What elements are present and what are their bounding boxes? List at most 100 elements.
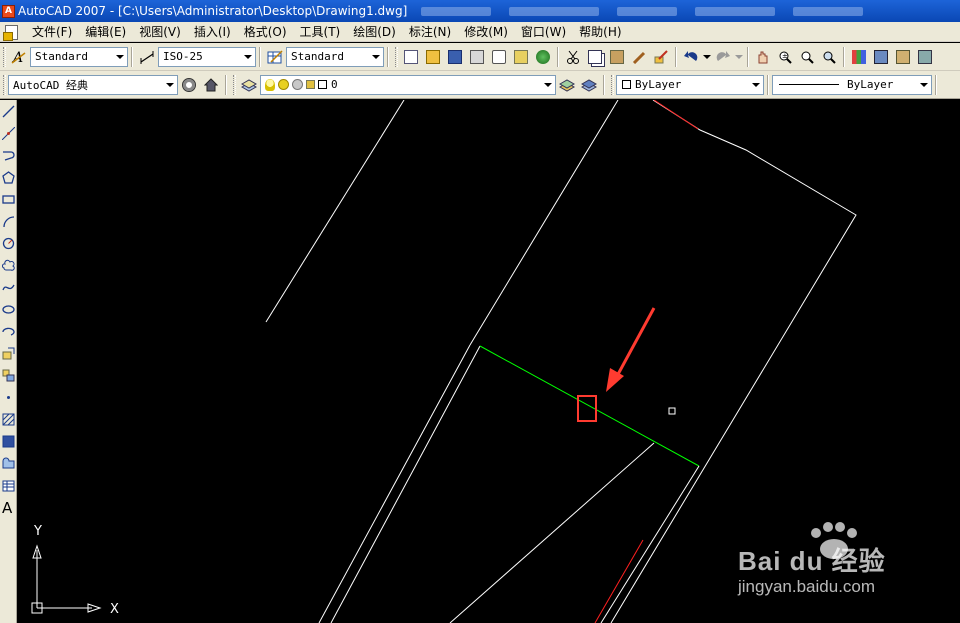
- linetype-control-select[interactable]: ByLayer: [772, 74, 932, 95]
- circle-tool-icon[interactable]: [0, 232, 17, 254]
- redo-icon[interactable]: [712, 46, 734, 68]
- properties-icon[interactable]: [848, 46, 870, 68]
- ellipse-arc-tool-icon[interactable]: [0, 320, 17, 342]
- my-workspace-icon[interactable]: [200, 74, 222, 96]
- open-file-icon[interactable]: [422, 46, 444, 68]
- publish-icon[interactable]: [510, 46, 532, 68]
- zoom-previous-icon[interactable]: [818, 46, 840, 68]
- drawing-line[interactable]: [318, 344, 471, 623]
- layer-unlock-icon[interactable]: [306, 80, 315, 89]
- chevron-down-icon[interactable]: [917, 76, 931, 94]
- menu-dimension[interactable]: 标注(N): [402, 23, 457, 40]
- menu-window[interactable]: 窗口(W): [514, 23, 572, 40]
- menu-format[interactable]: 格式(O): [237, 23, 293, 40]
- sheet-set-manager-icon[interactable]: [914, 46, 936, 68]
- layer-previous-icon[interactable]: [578, 74, 600, 96]
- make-object-layer-current-icon[interactable]: [556, 74, 578, 96]
- selected-green-line[interactable]: [479, 345, 700, 467]
- table-style-icon[interactable]: [264, 46, 286, 68]
- drawing-line[interactable]: [600, 465, 700, 623]
- menu-tools[interactable]: 工具(T): [293, 23, 347, 40]
- redo-dropdown-icon[interactable]: [734, 46, 744, 68]
- menu-file[interactable]: 文件(F): [25, 23, 78, 40]
- match-properties-icon[interactable]: [628, 46, 650, 68]
- point-tool-icon[interactable]: [0, 386, 17, 408]
- new-file-icon[interactable]: [400, 46, 422, 68]
- design-center-icon[interactable]: [870, 46, 892, 68]
- workspace-settings-icon[interactable]: [178, 74, 200, 96]
- svg-text:A: A: [2, 499, 13, 515]
- document-icon[interactable]: [3, 24, 19, 41]
- toolbar-grip[interactable]: [3, 46, 6, 67]
- drawing-line[interactable]: [469, 100, 619, 346]
- drawing-line[interactable]: [449, 442, 655, 623]
- paste-icon[interactable]: [606, 46, 628, 68]
- line-tool-icon[interactable]: [0, 100, 17, 122]
- drawing-line[interactable]: [330, 345, 481, 623]
- revision-cloud-tool-icon[interactable]: [0, 254, 17, 276]
- dimension-style-select[interactable]: ISO-25: [158, 46, 256, 67]
- menu-modify[interactable]: 修改(M): [457, 23, 514, 40]
- text-style-icon[interactable]: A: [8, 46, 30, 68]
- zoom-window-icon[interactable]: [796, 46, 818, 68]
- block-editor-icon[interactable]: [650, 46, 672, 68]
- layer-color-swatch-icon[interactable]: [318, 80, 327, 89]
- tool-palettes-icon[interactable]: [892, 46, 914, 68]
- undo-dropdown-icon[interactable]: [702, 46, 712, 68]
- watermark-url: jingyan.baidu.com: [738, 577, 876, 596]
- layer-select[interactable]: 0: [260, 74, 556, 95]
- menu-draw[interactable]: 绘图(D): [346, 23, 402, 40]
- table-tool-icon[interactable]: [0, 474, 17, 496]
- rectangle-tool-icon[interactable]: [0, 188, 17, 210]
- red-drawing-line[interactable]: [653, 100, 699, 130]
- polyline-tool-icon[interactable]: [0, 144, 17, 166]
- drawing-line[interactable]: [265, 100, 405, 323]
- toolbar-grip[interactable]: [3, 74, 6, 95]
- save-icon[interactable]: [444, 46, 466, 68]
- arc-tool-icon[interactable]: [0, 210, 17, 232]
- menu-view[interactable]: 视图(V): [132, 23, 187, 40]
- menu-edit[interactable]: 编辑(E): [78, 23, 132, 40]
- workspace-select[interactable]: AutoCAD 经典: [8, 74, 178, 95]
- construction-line-tool-icon[interactable]: [0, 122, 17, 144]
- region-tool-icon[interactable]: [0, 452, 17, 474]
- copy-icon[interactable]: [584, 46, 606, 68]
- baidu-jingyan-watermark: Bai du 经验 jingyan.baidu.com: [724, 519, 914, 607]
- gradient-tool-icon[interactable]: [0, 430, 17, 452]
- make-block-tool-icon[interactable]: [0, 364, 17, 386]
- polygon-tool-icon[interactable]: [0, 166, 17, 188]
- layer-viewport-thaw-icon[interactable]: [292, 79, 303, 90]
- ellipse-tool-icon[interactable]: [0, 298, 17, 320]
- cut-icon[interactable]: [562, 46, 584, 68]
- layer-properties-icon[interactable]: [238, 74, 260, 96]
- toolbar-grip[interactable]: [611, 74, 614, 95]
- print-icon[interactable]: [466, 46, 488, 68]
- multiline-text-tool-icon[interactable]: A: [0, 496, 17, 518]
- layer-thaw-sun-icon[interactable]: [278, 79, 289, 90]
- pickbox-cursor: [668, 407, 676, 415]
- toolbar-grip[interactable]: [395, 46, 398, 67]
- zoom-realtime-icon[interactable]: ±: [774, 46, 796, 68]
- autocad-app-icon[interactable]: A: [2, 4, 15, 18]
- color-control-select[interactable]: ByLayer: [616, 74, 764, 95]
- chevron-down-icon[interactable]: [163, 76, 177, 94]
- dimension-style-icon[interactable]: [136, 46, 158, 68]
- chevron-down-icon[interactable]: [369, 48, 383, 66]
- text-style-select[interactable]: Standard: [30, 46, 128, 67]
- layer-on-lightbulb-icon[interactable]: [265, 78, 275, 91]
- menu-help[interactable]: 帮助(H): [572, 23, 627, 40]
- insert-block-tool-icon[interactable]: [0, 342, 17, 364]
- 3d-dwf-icon[interactable]: [532, 46, 554, 68]
- pan-icon[interactable]: [752, 46, 774, 68]
- chevron-down-icon[interactable]: [113, 48, 127, 66]
- chevron-down-icon[interactable]: [541, 76, 555, 94]
- spline-tool-icon[interactable]: [0, 276, 17, 298]
- chevron-down-icon[interactable]: [749, 76, 763, 94]
- chevron-down-icon[interactable]: [241, 48, 255, 66]
- undo-icon[interactable]: [680, 46, 702, 68]
- toolbar-grip[interactable]: [233, 74, 236, 95]
- table-style-select[interactable]: Standard: [286, 46, 384, 67]
- hatch-tool-icon[interactable]: [0, 408, 17, 430]
- print-preview-icon[interactable]: [488, 46, 510, 68]
- menu-insert[interactable]: 插入(I): [187, 23, 237, 40]
